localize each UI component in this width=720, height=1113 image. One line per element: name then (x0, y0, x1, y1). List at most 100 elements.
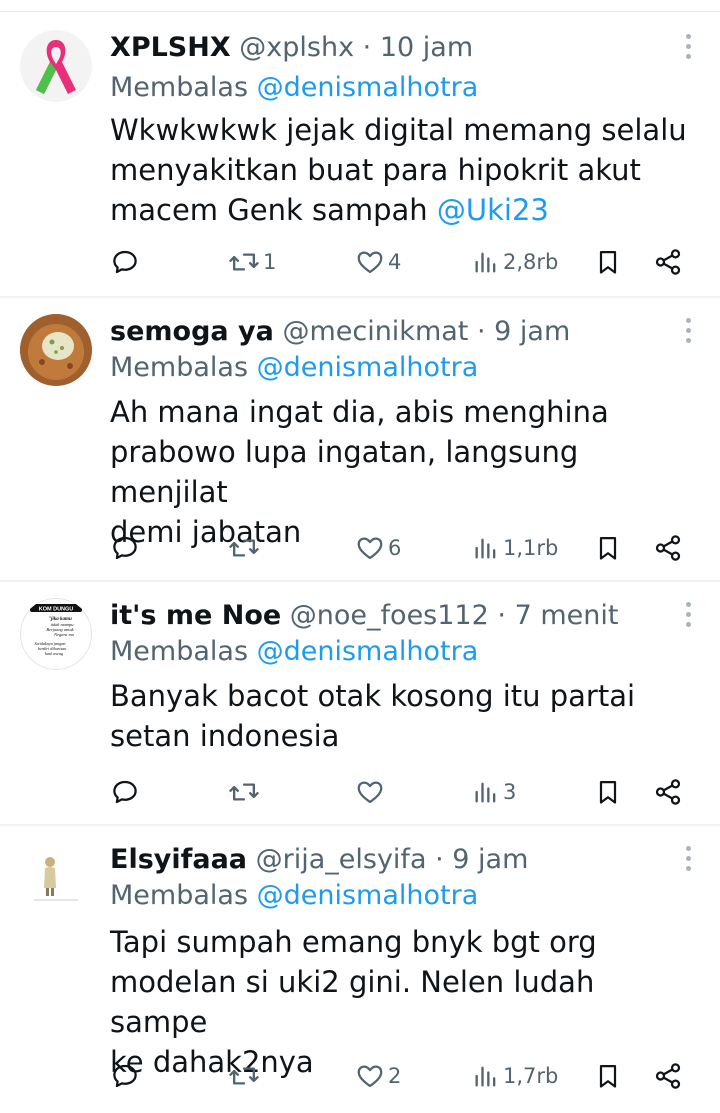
timestamp[interactable]: 9 jam (452, 844, 528, 875)
like-count: 2 (388, 1064, 402, 1088)
views-icon (475, 252, 496, 273)
reply-icon (113, 250, 137, 274)
reply-button[interactable] (110, 242, 143, 282)
tweet-card[interactable]: semoga ya @mecinikmat · 9 jam Membalas @… (0, 312, 720, 578)
like-count: 6 (388, 536, 402, 560)
author-handle[interactable]: @mecinikmat (282, 316, 468, 347)
retweet-icon (229, 783, 259, 801)
timestamp[interactable]: 10 jam (380, 32, 473, 63)
tweet-header: semoga ya @mecinikmat · 9 jam (110, 312, 570, 352)
tweet-card[interactable]: KOM DUNGU "jika kamu tidak mampu Berjuan… (0, 596, 720, 822)
heart-icon (357, 251, 383, 274)
retweet-button[interactable]: 1 (228, 242, 276, 282)
reply-button[interactable] (110, 772, 143, 812)
avatar[interactable] (20, 842, 92, 914)
share-button[interactable] (653, 528, 683, 568)
replying-to: Membalas @denismalhotra (110, 632, 478, 672)
girl-avatar-image (20, 842, 92, 914)
bookmark-button[interactable] (594, 772, 622, 812)
share-button[interactable] (653, 1056, 683, 1096)
reply-mention-link[interactable]: @denismalhotra (257, 636, 479, 667)
views-icon (475, 538, 496, 559)
separator-dot: · (476, 316, 486, 347)
retweet-button[interactable] (228, 1056, 263, 1096)
tweet-header: XPLSHX @xplshx · 10 jam (110, 28, 473, 68)
views-button[interactable]: 2,8rb (472, 242, 558, 282)
action-bar: 2 1,7rb (110, 1056, 710, 1096)
tweet-text-plain: Ah mana ingat dia, abis menghina prabowo… (110, 395, 609, 549)
bookmark-button[interactable] (594, 1056, 622, 1096)
heart-icon (357, 781, 383, 804)
tweet-header: it's me Noe @noe_foes112 · 7 menit (110, 596, 618, 636)
heart-icon (357, 537, 383, 560)
avatar[interactable] (20, 30, 92, 102)
replying-prefix: Membalas (110, 352, 249, 383)
action-bar: 3 (110, 772, 710, 812)
share-button[interactable] (653, 242, 683, 282)
tweet-divider (0, 824, 720, 826)
like-button[interactable] (355, 772, 388, 812)
bookmark-button[interactable] (594, 242, 622, 282)
author-name[interactable]: Elsyifaaa (110, 844, 247, 875)
author-name[interactable]: XPLSHX (110, 32, 231, 63)
share-icon (655, 535, 681, 561)
timestamp[interactable]: 7 menit (515, 600, 619, 631)
tweet-text-mention[interactable]: @Uki23 (437, 193, 549, 227)
like-button[interactable]: 4 (355, 242, 401, 282)
more-options-icon[interactable] (682, 846, 694, 871)
share-icon (655, 249, 681, 275)
heart-icon (357, 1065, 383, 1088)
reply-icon (113, 1064, 137, 1088)
bookmark-button[interactable] (594, 528, 622, 568)
like-button[interactable]: 2 (355, 1056, 401, 1096)
action-bar: 1 4 2,8rb (110, 242, 710, 282)
avatar-quote-line: Negara mu (53, 632, 74, 637)
reply-mention-link[interactable]: @denismalhotra (257, 352, 479, 383)
reply-button[interactable] (110, 1056, 143, 1096)
tweet-card[interactable]: XPLSHX @xplshx · 10 jam Membalas @denism… (0, 28, 720, 294)
author-handle[interactable]: @xplshx (239, 32, 354, 63)
share-button[interactable] (653, 772, 683, 812)
avatar-quote-line: kaul aseng (45, 651, 63, 656)
replying-to: Membalas @denismalhotra (110, 68, 478, 108)
view-count: 1,7rb (503, 1064, 559, 1088)
avatar-caption: KOM DUNGU (39, 607, 74, 613)
bookmark-icon (599, 1064, 617, 1088)
author-handle[interactable]: @noe_foes112 (290, 600, 489, 631)
retweet-button[interactable] (228, 772, 263, 812)
more-options-icon[interactable] (682, 34, 694, 59)
share-icon (655, 1063, 681, 1089)
views-button[interactable]: 1,1rb (472, 528, 558, 568)
replying-prefix: Membalas (110, 72, 249, 103)
tweet-card[interactable]: Elsyifaaa @rija_elsyifa · 9 jam Membalas… (0, 840, 720, 1113)
views-button[interactable]: 3 (472, 772, 516, 812)
more-options-icon[interactable] (682, 602, 694, 627)
tweet-divider (0, 296, 720, 298)
retweet-button[interactable] (228, 528, 263, 568)
author-name[interactable]: semoga ya (110, 316, 274, 347)
author-handle[interactable]: @rija_elsyifa (256, 844, 427, 875)
tweet-text-plain: Banyak bacot otak kosong itu partai seta… (110, 679, 636, 753)
tweet-text: Banyak bacot otak kosong itu partai seta… (110, 676, 700, 756)
like-count: 4 (388, 250, 402, 274)
reply-icon (113, 780, 137, 804)
author-name[interactable]: it's me Noe (110, 600, 281, 631)
reply-mention-link[interactable]: @denismalhotra (257, 880, 479, 911)
views-icon (475, 782, 496, 803)
view-count: 2,8rb (503, 250, 559, 274)
like-button[interactable]: 6 (355, 528, 401, 568)
retweet-count: 1 (263, 250, 277, 274)
avatar[interactable] (20, 314, 92, 386)
avatar[interactable]: KOM DUNGU "jika kamu tidak mampu Berjuan… (20, 598, 92, 670)
views-button[interactable]: 1,7rb (472, 1056, 558, 1096)
reply-button[interactable] (110, 528, 143, 568)
reply-icon (113, 536, 137, 560)
reply-mention-link[interactable]: @denismalhotra (257, 72, 479, 103)
replying-prefix: Membalas (110, 636, 249, 667)
separator-dot: · (435, 844, 444, 875)
separator-dot: · (362, 32, 372, 63)
more-options-icon[interactable] (682, 318, 694, 343)
tweet-text-plain: Wkwkwkwk jejak digital memang selalu men… (110, 113, 687, 227)
timestamp[interactable]: 9 jam (494, 316, 570, 347)
tweet-divider (0, 580, 720, 582)
